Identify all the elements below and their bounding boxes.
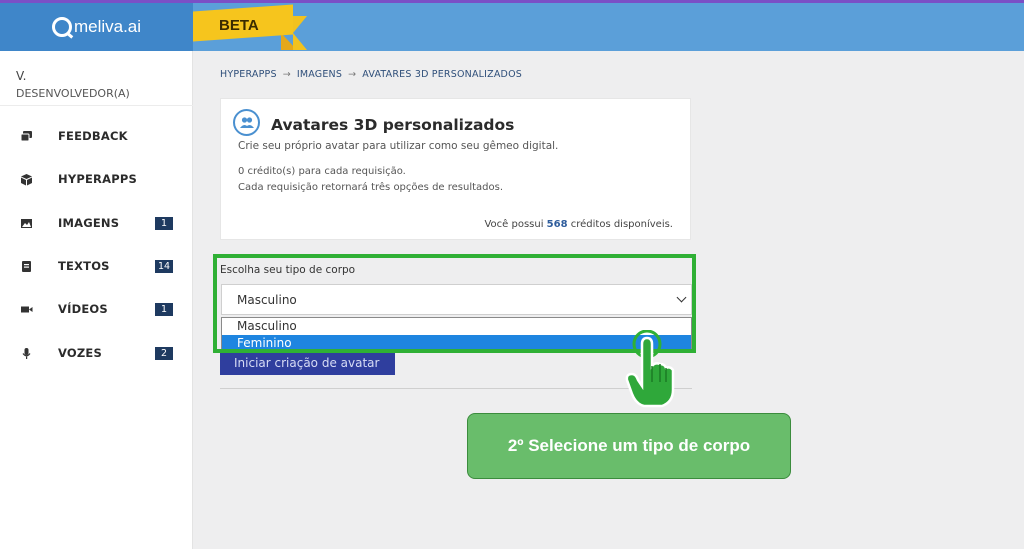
sidebar-divider <box>0 105 193 106</box>
sidebar-item-label: FEEDBACK <box>58 129 128 143</box>
microphone-icon <box>20 347 33 360</box>
sidebar-item-imagens[interactable]: IMAGENS 1 <box>0 205 193 241</box>
breadcrumb-item-current: AVATARES 3D PERSONALIZADOS <box>362 69 522 80</box>
sidebar-item-label: TEXTOS <box>58 259 110 273</box>
user-name: V. <box>16 69 27 83</box>
credits-prefix: Você possui <box>484 219 544 230</box>
ribbon-tail <box>293 16 307 50</box>
beta-label: BETA <box>219 17 259 34</box>
chat-icon <box>20 130 33 143</box>
sidebar-item-feedback[interactable]: FEEDBACK <box>0 118 193 154</box>
credits-count: 568 <box>546 219 568 230</box>
breadcrumb-separator: → <box>348 69 357 80</box>
logo-icon <box>51 17 72 37</box>
sidebar-item-label: VOZES <box>58 346 102 360</box>
credit-cost-text: 0 crédito(s) para cada requisição. <box>238 166 406 177</box>
sidebar-item-hyperapps[interactable]: HYPERAPPS <box>0 161 193 197</box>
video-camera-icon <box>20 303 33 316</box>
count-badge: 1 <box>155 302 173 316</box>
count-badge: 14 <box>155 259 174 273</box>
breadcrumb: HYPERAPPS → IMAGENS → AVATARES 3D PERSONALIZ… <box>220 69 522 80</box>
users-icon <box>233 109 260 136</box>
sidebar-item-vozes[interactable]: VOZES 2 <box>0 335 193 371</box>
sidebar-item-textos[interactable]: TEXTOS 14 <box>0 248 193 284</box>
start-avatar-button[interactable]: Iniciar criação de avatar <box>220 351 395 375</box>
app-info-card: Avatares 3D personalizados Crie seu próp… <box>220 98 691 240</box>
sidebar-item-label: HYPERAPPS <box>58 172 137 186</box>
card-subtitle: Crie seu próprio avatar para utilizar co… <box>238 140 559 152</box>
app-header: meliva.ai BETA <box>0 3 1024 51</box>
page-title: Avatares 3D personalizados <box>271 116 515 134</box>
count-badge: 2 <box>155 346 173 360</box>
logo-text: meliva.ai <box>73 17 142 36</box>
breadcrumb-separator: → <box>282 69 291 80</box>
sidebar: V. DESENVOLVEDOR(A) FEEDBACK HYPERAPPS I… <box>0 51 193 549</box>
sidebar-item-videos[interactable]: VÍDEOS 1 <box>0 291 193 327</box>
beta-ribbon: BETA <box>193 4 323 50</box>
sidebar-item-label: VÍDEOS <box>58 302 108 316</box>
cube-icon <box>20 173 33 186</box>
sidebar-item-label: IMAGENS <box>58 216 120 230</box>
breadcrumb-item[interactable]: IMAGENS <box>297 69 342 80</box>
count-badge: 1 <box>155 216 173 230</box>
instruction-callout: 2º Selecione um tipo de corpo <box>467 413 791 479</box>
breadcrumb-item[interactable]: HYPERAPPS <box>220 69 277 80</box>
document-icon <box>20 260 33 273</box>
pointing-hand-icon <box>625 330 675 408</box>
image-icon <box>20 217 33 230</box>
user-role: DESENVOLVEDOR(A) <box>16 87 130 100</box>
credits-available: Você possui 568 créditos disponíveis. <box>484 219 673 230</box>
result-count-text: Cada requisição retornará três opções de… <box>238 182 504 193</box>
logo[interactable]: meliva.ai <box>0 3 193 51</box>
credits-suffix: créditos disponíveis. <box>570 219 673 230</box>
